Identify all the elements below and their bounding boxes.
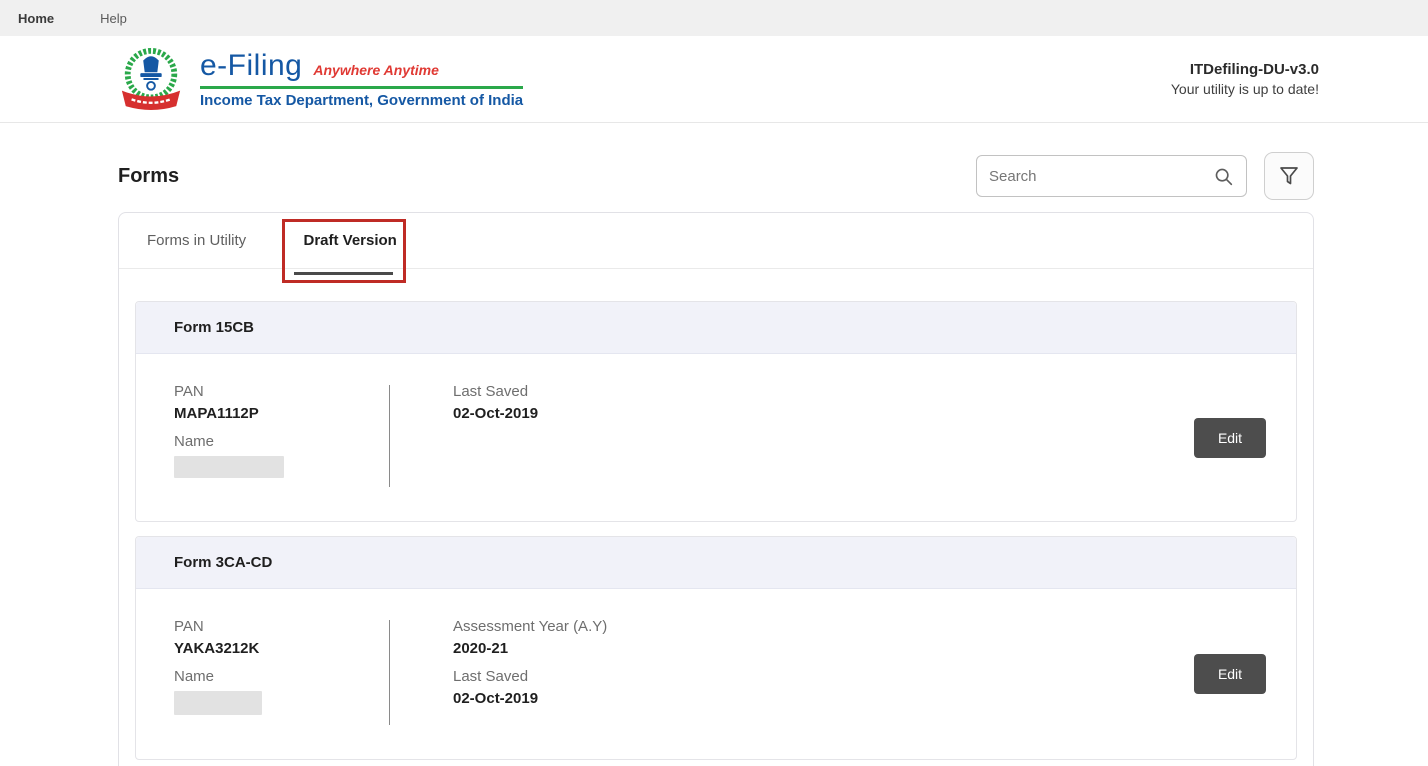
app-header: e-Filing Anywhere Anytime Income Tax Dep… (0, 36, 1428, 123)
logo-green-divider (200, 86, 523, 89)
card-left-column: PAN MAPA1112P Name (136, 354, 389, 521)
utility-update-status: Your utility is up to date! (1171, 80, 1319, 99)
card-action-area: Edit (1194, 589, 1296, 759)
menu-item-help[interactable]: Help (100, 11, 127, 26)
utility-version-block: ITDefiling-DU-v3.0 Your utility is up to… (1171, 60, 1319, 99)
name-label: Name (174, 668, 389, 685)
edit-button-15cb[interactable]: Edit (1194, 418, 1266, 458)
pan-label: PAN (174, 618, 389, 635)
active-tab-underline (294, 272, 393, 275)
form-card-body: PAN YAKA3212K Name Assessment Year (A.Y)… (136, 589, 1296, 759)
form-card-title: Form 3CA-CD (136, 537, 1296, 589)
filter-button[interactable] (1264, 152, 1314, 200)
edit-button-3ca-cd[interactable]: Edit (1194, 654, 1266, 694)
page-title: Forms (118, 165, 179, 188)
last-saved-label: Last Saved (453, 383, 1194, 400)
efiling-logo: e-Filing Anywhere Anytime Income Tax Dep… (118, 45, 523, 113)
assessment-year-value: 2020-21 (453, 640, 1194, 657)
section-head: Forms (118, 152, 1314, 200)
form-card-15cb: Form 15CB PAN MAPA1112P Name Last Saved … (135, 301, 1297, 522)
card-right-column: Last Saved 02-Oct-2019 (390, 354, 1194, 521)
pan-value: MAPA1112P (174, 405, 389, 422)
tab-bar: Forms in Utility Draft Version (119, 213, 1313, 269)
form-card-3ca-cd: Form 3CA-CD PAN YAKA3212K Name Assessmen… (135, 536, 1297, 760)
card-right-column: Assessment Year (A.Y) 2020-21 Last Saved… (390, 589, 1194, 759)
search-box (976, 155, 1247, 197)
tab-forms-in-utility[interactable]: Forms in Utility (147, 232, 246, 249)
forms-panel: Forms in Utility Draft Version Form 15CB… (118, 212, 1314, 766)
form-card-title: Form 15CB (136, 302, 1296, 354)
redacted-name-value (174, 456, 284, 478)
card-left-column: PAN YAKA3212K Name (136, 589, 389, 759)
assessment-year-label: Assessment Year (A.Y) (453, 618, 1194, 635)
name-label: Name (174, 433, 389, 450)
pan-label: PAN (174, 383, 389, 400)
tab-draft-version[interactable]: Draft Version (300, 232, 400, 249)
form-card-body: PAN MAPA1112P Name Last Saved 02-Oct-201… (136, 354, 1296, 521)
department-name: Income Tax Department, Government of Ind… (200, 92, 523, 109)
main-content: Forms Forms in Utility Draft Version (0, 152, 1428, 766)
last-saved-value: 02-Oct-2019 (453, 405, 1194, 422)
brand-name: e-Filing (200, 49, 302, 83)
menu-item-home[interactable]: Home (18, 11, 54, 26)
search-input[interactable] (977, 156, 1246, 196)
head-actions (976, 152, 1314, 200)
redacted-name-value (174, 691, 262, 715)
filter-funnel-icon (1277, 164, 1301, 188)
utility-version: ITDefiling-DU-v3.0 (1171, 60, 1319, 80)
draft-forms-list: Form 15CB PAN MAPA1112P Name Last Saved … (119, 301, 1313, 760)
pan-value: YAKA3212K (174, 640, 389, 657)
top-menu-bar: Home Help (0, 0, 1428, 36)
logo-text: e-Filing Anywhere Anytime Income Tax Dep… (200, 49, 523, 109)
brand-tagline: Anywhere Anytime (313, 62, 439, 78)
last-saved-value: 02-Oct-2019 (453, 690, 1194, 707)
search-icon (1213, 166, 1235, 188)
income-tax-emblem-icon (118, 45, 184, 113)
card-action-area: Edit (1194, 354, 1296, 521)
last-saved-label: Last Saved (453, 668, 1194, 685)
